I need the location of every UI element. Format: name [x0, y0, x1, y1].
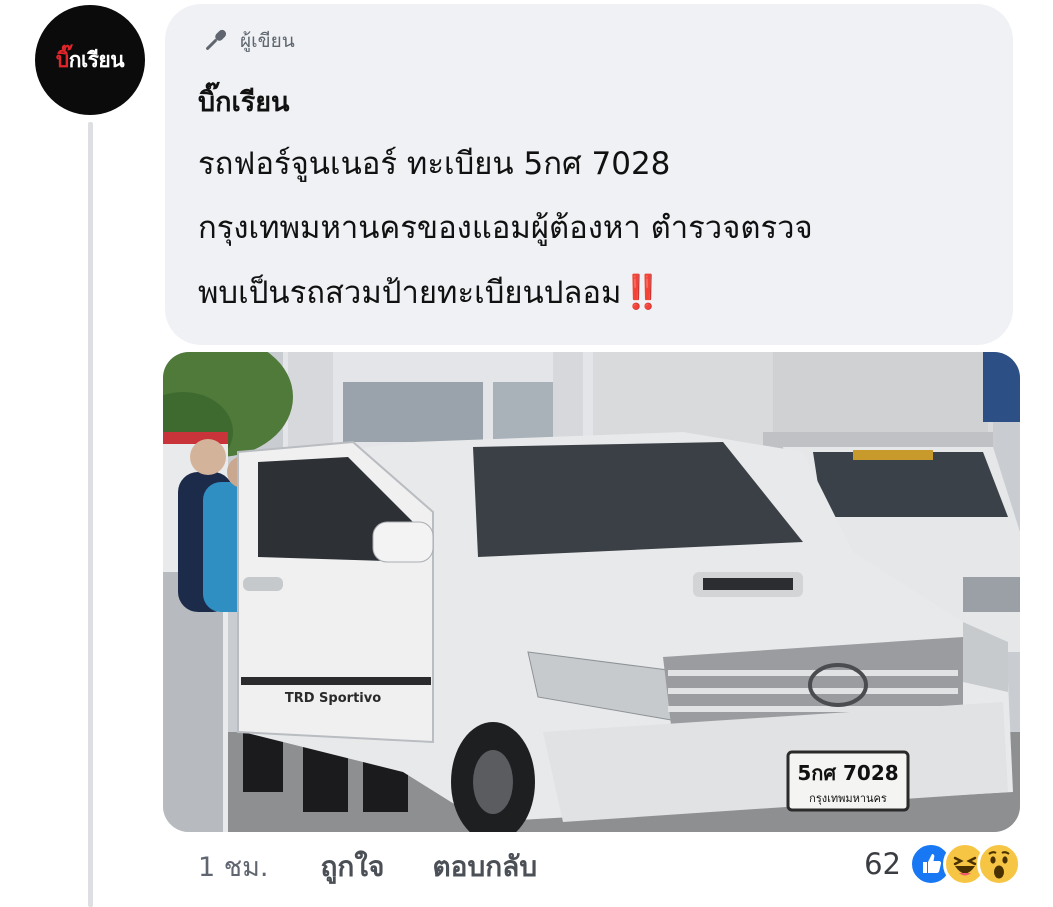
author-badge: ผู้เขียน: [200, 26, 295, 56]
wow-icon: [977, 842, 1021, 886]
comment-line: กรุงเทพมหานครของแอมผู้ต้องหา ตำรวจตรวจ: [198, 210, 813, 246]
like-button[interactable]: ถูกใจ: [320, 845, 384, 889]
door-decal: TRD Sportivo: [285, 691, 381, 706]
comment-actions: 1 ชม. ถูกใจ ตอบกลับ: [198, 845, 537, 889]
reaction-icons: [909, 842, 1021, 886]
author-avatar[interactable]: บิ๊กเรียน: [35, 5, 145, 115]
comment-line: พบเป็นรถสวมป้ายทะเบียนปลอม‼️: [198, 272, 663, 311]
comment-timestamp[interactable]: 1 ชม.: [198, 845, 268, 888]
attached-photo[interactable]: 5กศ 7028 กรุงเทพมหานคร TRD Sportivo: [163, 352, 1020, 832]
license-plate-number: 5กศ 7028: [797, 761, 898, 785]
reaction-count: 62: [864, 847, 901, 881]
thread-line: [88, 122, 93, 907]
comment-text: รถฟอร์จูนเนอร์ ทะเบียน 5กศ 7028 กรุงเทพม…: [198, 132, 998, 325]
comment-line: รถฟอร์จูนเนอร์ ทะเบียน 5กศ 7028: [198, 146, 671, 182]
reaction-summary[interactable]: 62: [864, 842, 1021, 886]
microphone-icon: [206, 29, 227, 50]
reply-button[interactable]: ตอบกลับ: [432, 845, 537, 889]
license-plate-province: กรุงเทพมหานคร: [809, 792, 887, 805]
double-exclamation-icon: ‼️: [621, 272, 663, 311]
avatar-logo-text: บิ๊กเรียน: [55, 47, 125, 72]
author-badge-label: ผู้เขียน: [240, 30, 295, 52]
author-name[interactable]: บิ๊กเรียน: [198, 80, 290, 123]
